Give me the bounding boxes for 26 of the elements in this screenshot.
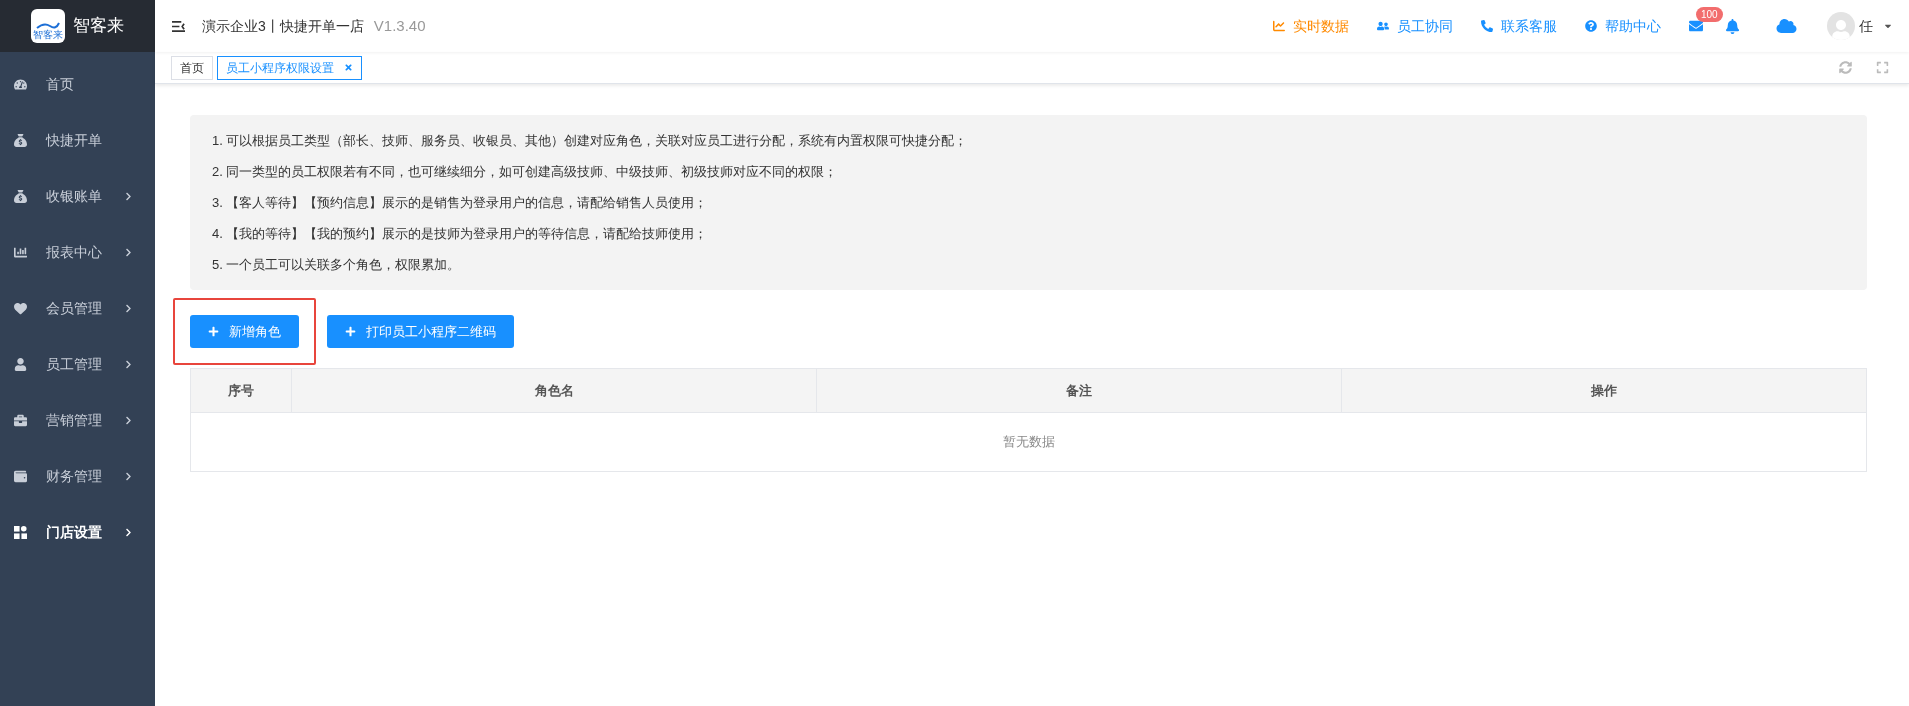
sidebar-item[interactable]: 财务管理 — [0, 448, 155, 504]
sidebar-item[interactable]: 营销管理 — [0, 392, 155, 448]
sidebar-item[interactable]: 门店设置 — [0, 504, 155, 560]
sidebar-item[interactable]: 快捷开单 — [0, 112, 155, 168]
version-text: V1.3.40 — [373, 15, 426, 36]
mail-count-badge: 100 — [1696, 7, 1723, 22]
column-header: 备注 — [816, 369, 1341, 412]
empty-text: 暂无数据 — [1002, 433, 1055, 452]
sidebar-item[interactable]: 报表中心 — [0, 224, 155, 280]
user-name[interactable]: 任 — [1859, 15, 1873, 37]
sidebar-item[interactable]: 首页 — [0, 56, 155, 112]
column-header: 操作 — [1341, 369, 1866, 412]
logo-text: 智客来 — [33, 30, 63, 40]
note-text: 4. 【我的等待】【我的预约】展示的是技师为登录用户的等待信息，请配给技师使用； — [212, 225, 709, 243]
sidebar-item[interactable]: 会员管理 — [0, 280, 155, 336]
note-text: 2. 同一类型的员工权限若有不同，也可继续细分，如可创建高级技师、中级技师、初级技师对应不同的权限； — [212, 163, 839, 181]
note-text: 5. 一个员工可以关联多个角色，权限累加。 — [212, 256, 462, 274]
column-header: 序号 — [227, 381, 255, 400]
sidebar-item[interactable]: 收银账单 — [0, 168, 155, 224]
column-header: 角色名 — [291, 369, 816, 412]
brand-name: 智客来 — [73, 15, 124, 38]
note-text: 3. 【客人等待】【预约信息】展示的是销售为登录用户的信息，请配给销售人员使用； — [212, 194, 709, 212]
note-text: 1. 可以根据员工类型（部长、技师、服务员、收银员、其他）创建对应角色，关联对应员工进行分配，系统有内置权限可快捷分配； — [212, 132, 969, 150]
sidebar-item[interactable]: 员工管理 — [0, 336, 155, 392]
store-name: 演示企业3丨快捷开单一店 — [202, 16, 364, 36]
page-tab[interactable]: 首页 — [171, 55, 213, 80]
